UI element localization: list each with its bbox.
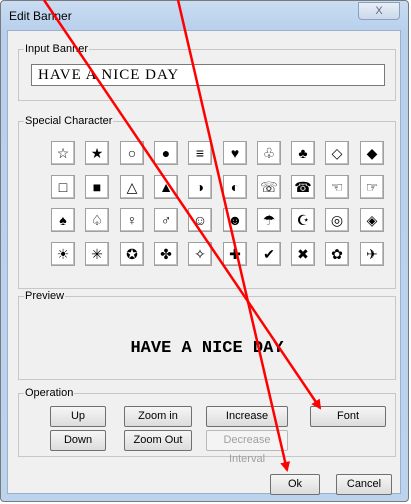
operation-label: Operation bbox=[24, 386, 75, 400]
special-char-button[interactable]: ▲ bbox=[154, 175, 178, 199]
special-char-button[interactable]: ♂ bbox=[154, 208, 178, 232]
ok-button[interactable]: Ok bbox=[270, 474, 320, 495]
special-char-button[interactable]: ☆ bbox=[51, 141, 75, 165]
special-char-button[interactable]: △ bbox=[120, 175, 144, 199]
special-char-button[interactable]: ≡ bbox=[188, 141, 212, 165]
up-button[interactable]: Up bbox=[50, 406, 106, 427]
preview-group: Preview HAVE A NICE DAY bbox=[18, 289, 396, 380]
special-char-button[interactable]: ☂ bbox=[257, 208, 281, 232]
special-char-button[interactable]: ♀ bbox=[120, 208, 144, 232]
special-char-button[interactable]: ◎ bbox=[325, 208, 349, 232]
special-char-button[interactable]: ✖ bbox=[291, 242, 315, 266]
special-char-button[interactable]: ☏ bbox=[257, 175, 281, 199]
title-bar[interactable]: Edit Banner X bbox=[1, 1, 408, 31]
special-char-button[interactable]: ♠ bbox=[51, 208, 75, 232]
special-char-button[interactable]: ☀ bbox=[51, 242, 75, 266]
special-char-button[interactable]: ○ bbox=[120, 141, 144, 165]
window-title: Edit Banner bbox=[9, 9, 72, 23]
special-char-button[interactable]: ★ bbox=[85, 141, 109, 165]
special-char-button[interactable]: ✈ bbox=[360, 242, 384, 266]
banner-text-input[interactable]: HAVE A NICE DAY bbox=[31, 64, 385, 86]
cancel-button[interactable]: Cancel bbox=[336, 474, 392, 495]
input-banner-label: Input Banner bbox=[24, 42, 89, 56]
special-char-button[interactable]: ☻ bbox=[223, 208, 247, 232]
special-char-button[interactable]: ☜ bbox=[325, 175, 349, 199]
special-char-button[interactable]: ♤ bbox=[85, 208, 109, 232]
special-char-button[interactable]: ◐ bbox=[223, 175, 247, 199]
special-char-button[interactable]: ◆ bbox=[360, 141, 384, 165]
special-char-button[interactable]: ☺ bbox=[188, 208, 212, 232]
zoom-in-button[interactable]: Zoom in bbox=[124, 406, 192, 427]
preview-text: HAVE A NICE DAY bbox=[130, 339, 284, 358]
special-character-label: Special Character bbox=[24, 114, 114, 128]
special-char-button[interactable]: ☎ bbox=[291, 175, 315, 199]
special-char-button[interactable]: □ bbox=[51, 175, 75, 199]
special-char-button[interactable]: ♣ bbox=[291, 141, 315, 165]
decrease-interval-button: Decrease Interval bbox=[206, 430, 288, 465]
increase-interval-button[interactable]: Increase Interval bbox=[206, 406, 288, 441]
special-char-button[interactable]: ✪ bbox=[120, 242, 144, 266]
special-char-button[interactable]: ✔ bbox=[257, 242, 281, 266]
special-char-button[interactable]: ✚ bbox=[223, 242, 247, 266]
preview-label: Preview bbox=[24, 289, 66, 303]
special-char-button[interactable]: ♧ bbox=[257, 141, 281, 165]
special-char-button[interactable]: ♥ bbox=[223, 141, 247, 165]
special-char-button[interactable]: ◇ bbox=[325, 141, 349, 165]
close-button[interactable]: X bbox=[358, 2, 400, 20]
special-char-button[interactable]: ✿ bbox=[325, 242, 349, 266]
special-char-button[interactable]: ✤ bbox=[154, 242, 178, 266]
special-char-button[interactable]: ◑ bbox=[188, 175, 212, 199]
special-char-button[interactable]: ✳ bbox=[85, 242, 109, 266]
special-char-button[interactable]: ● bbox=[154, 141, 178, 165]
special-char-button[interactable]: ◈ bbox=[360, 208, 384, 232]
down-button[interactable]: Down bbox=[50, 430, 106, 451]
zoom-out-button[interactable]: Zoom Out bbox=[124, 430, 192, 451]
special-char-button[interactable]: ■ bbox=[85, 175, 109, 199]
special-char-button[interactable]: ☞ bbox=[360, 175, 384, 199]
font-button[interactable]: Font bbox=[310, 406, 386, 427]
special-char-button[interactable]: ☪ bbox=[291, 208, 315, 232]
special-char-button[interactable]: ✧ bbox=[188, 242, 212, 266]
